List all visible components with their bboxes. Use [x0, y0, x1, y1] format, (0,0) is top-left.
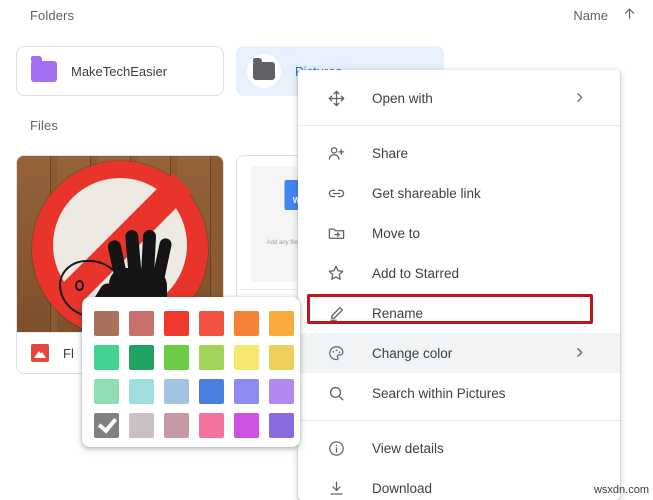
file-manager-screen: Folders Name MakeTechEasier Pictures Fil…: [0, 0, 653, 500]
context-menu[interactable]: Open with Share Get shareable link Move …: [298, 70, 620, 500]
menu-item-add-to-starred[interactable]: Add to Starred: [298, 253, 620, 293]
menu-item-label: Add to Starred: [372, 266, 459, 281]
menu-item-get-shareable-link[interactable]: Get shareable link: [298, 173, 620, 213]
menu-item-label: View details: [372, 441, 444, 456]
color-swatch[interactable]: [234, 345, 259, 370]
menu-divider: [298, 125, 620, 126]
color-swatch[interactable]: [199, 413, 224, 438]
color-swatch[interactable]: [199, 311, 224, 336]
color-row: [94, 345, 288, 370]
color-row: [94, 311, 288, 336]
color-swatch[interactable]: [164, 379, 189, 404]
menu-item-rename[interactable]: Rename: [298, 293, 620, 333]
download-icon: [324, 476, 348, 500]
color-swatch[interactable]: [269, 413, 294, 438]
file-name-label: Fl: [63, 346, 74, 361]
menu-divider: [298, 420, 620, 421]
link-icon: [324, 181, 348, 205]
color-swatch[interactable]: [129, 413, 154, 438]
folder-icon: [253, 62, 275, 80]
chevron-right-icon: [573, 91, 586, 106]
star-icon: [324, 261, 348, 285]
color-swatch[interactable]: [164, 311, 189, 336]
person-add-icon: [324, 141, 348, 165]
chevron-right-icon: [573, 346, 586, 361]
menu-item-label: Change color: [372, 346, 452, 361]
color-swatch[interactable]: [94, 311, 119, 336]
color-swatch[interactable]: [269, 311, 294, 336]
color-swatch[interactable]: [199, 345, 224, 370]
color-swatch[interactable]: [129, 379, 154, 404]
menu-item-label: Rename: [372, 306, 423, 321]
color-swatch[interactable]: [94, 379, 119, 404]
color-swatch[interactable]: [94, 345, 119, 370]
image-file-icon: [31, 344, 49, 362]
folder-name-label: MakeTechEasier: [71, 64, 167, 79]
folder-icon: [31, 61, 57, 82]
search-icon: [324, 381, 348, 405]
folder-card-maketecheasier[interactable]: MakeTechEasier: [16, 46, 224, 96]
menu-item-label: Open with: [372, 91, 433, 106]
sort-control[interactable]: Name: [573, 6, 637, 25]
files-section-label: Files: [30, 118, 58, 133]
color-swatch[interactable]: [129, 345, 154, 370]
watermark: wsxdn.com: [594, 484, 649, 496]
menu-item-move-to[interactable]: Move to: [298, 213, 620, 253]
color-swatch-selected[interactable]: [94, 413, 119, 438]
arrow-up-icon[interactable]: [622, 6, 637, 25]
pencil-icon: [324, 301, 348, 325]
menu-item-open-with[interactable]: Open with: [298, 78, 620, 118]
sort-name-label[interactable]: Name: [573, 8, 608, 23]
menu-item-label: Move to: [372, 226, 420, 241]
color-row: [94, 379, 288, 404]
menu-item-label: Share: [372, 146, 408, 161]
color-palette-popup[interactable]: [82, 297, 300, 447]
color-swatch[interactable]: [199, 379, 224, 404]
color-swatch[interactable]: [164, 413, 189, 438]
color-swatch[interactable]: [129, 311, 154, 336]
color-swatch[interactable]: [234, 379, 259, 404]
color-swatch[interactable]: [164, 345, 189, 370]
color-swatch[interactable]: [269, 345, 294, 370]
move-to-folder-icon: [324, 221, 348, 245]
color-swatch[interactable]: [234, 413, 259, 438]
color-row: [94, 413, 288, 438]
open-with-icon: [324, 86, 348, 110]
menu-item-download[interactable]: Download: [298, 468, 620, 500]
menu-item-share[interactable]: Share: [298, 133, 620, 173]
folders-section-label: Folders: [30, 8, 74, 23]
menu-item-change-color[interactable]: Change color: [298, 333, 620, 373]
palette-icon: [324, 341, 348, 365]
menu-item-view-details[interactable]: View details: [298, 428, 620, 468]
menu-item-label: Get shareable link: [372, 186, 481, 201]
info-icon: [324, 436, 348, 460]
menu-item-search-within[interactable]: Search within Pictures: [298, 373, 620, 413]
menu-item-label: Search within Pictures: [372, 386, 506, 401]
menu-item-label: Download: [372, 481, 432, 496]
color-swatch[interactable]: [269, 379, 294, 404]
color-swatch[interactable]: [234, 311, 259, 336]
folder-icon-badge: [247, 54, 281, 88]
